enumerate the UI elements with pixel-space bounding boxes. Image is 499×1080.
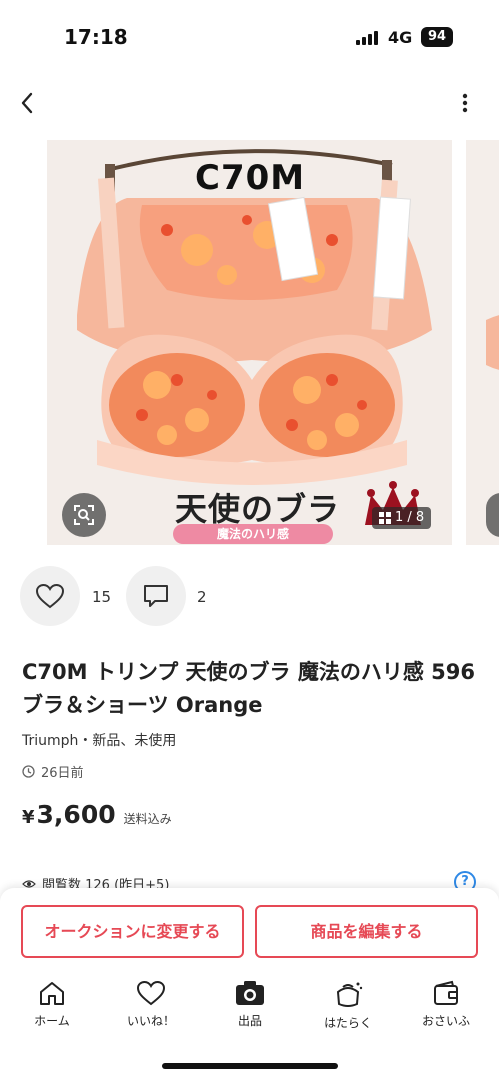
- image-counter: 1 / 8: [372, 507, 432, 529]
- edit-item-button[interactable]: 商品を編集する: [255, 905, 478, 958]
- status-time: 17:18: [64, 25, 128, 49]
- item-listed-time: 26日前: [22, 762, 84, 781]
- like-button[interactable]: [20, 566, 80, 626]
- tab-work-label: はたらく: [324, 1016, 372, 1030]
- tab-home[interactable]: ホーム: [7, 980, 97, 1036]
- home-icon: [40, 982, 64, 1005]
- next-photo-image: [486, 315, 499, 370]
- home-indicator[interactable]: [162, 1063, 338, 1069]
- tab-likes-label: いいね！: [126, 1014, 175, 1028]
- price-currency: ¥: [22, 807, 35, 828]
- listed-time-text: 26日前: [41, 766, 84, 781]
- scan-icon: [74, 505, 94, 525]
- camera-icon: [236, 981, 264, 1005]
- more-vertical-icon: [462, 93, 468, 113]
- work-bag-icon: [336, 982, 363, 1007]
- tab-sell[interactable]: 出品: [205, 980, 295, 1036]
- battery-icon: 94: [421, 27, 453, 47]
- grid-icon: [379, 512, 391, 524]
- item-title: C70M トリンプ 天使のブラ 魔法のハリ感 596 ブラ＆ショーツ Orang…: [22, 660, 475, 717]
- eye-icon: [22, 879, 36, 888]
- comment-count: 2: [197, 588, 207, 606]
- heart-icon: [35, 583, 65, 609]
- image-counter-text: 1 / 8: [395, 510, 425, 525]
- product-photo[interactable]: C70M 天使のブラ 魔法のハリ感: [47, 140, 452, 545]
- comment-button[interactable]: [126, 566, 186, 626]
- more-options-button[interactable]: [448, 86, 482, 120]
- image-carousel[interactable]: C70M 天使のブラ 魔法のハリ感 1 / 8: [0, 140, 499, 548]
- comment-icon: [144, 585, 168, 607]
- price: ¥ 3,600 送料込み: [22, 800, 172, 829]
- tab-bar: ホーム いいね！ 出品 はたらく おさいふ: [0, 980, 499, 1040]
- next-image-search-button[interactable]: [486, 493, 499, 537]
- size-label: C70M: [195, 158, 306, 198]
- like-count: 15: [92, 588, 112, 606]
- clock-icon: [22, 765, 35, 778]
- next-photo-preview[interactable]: [466, 140, 499, 545]
- back-button[interactable]: [10, 86, 44, 120]
- price-amount: 3,600: [36, 800, 116, 829]
- action-row: 15 2: [0, 566, 499, 628]
- tab-work[interactable]: はたらく: [303, 980, 393, 1036]
- network-type: 4G: [388, 28, 413, 47]
- status-bar: 17:18 4G 94: [0, 0, 499, 74]
- tab-home-label: ホーム: [34, 1014, 70, 1028]
- brand-sub-label: 魔法のハリ感: [173, 524, 333, 544]
- image-search-button[interactable]: [62, 493, 106, 537]
- tab-likes[interactable]: いいね！: [106, 980, 196, 1036]
- signal-strength-icon: [356, 31, 382, 45]
- item-brand-condition: Triumph・新品、未使用: [22, 733, 177, 749]
- tab-sell-label: 出品: [237, 1014, 262, 1028]
- wallet-icon: [434, 980, 458, 1005]
- chevron-left-icon: [21, 92, 33, 114]
- change-to-auction-button[interactable]: オークションに変更する: [21, 905, 244, 958]
- tab-wallet-label: おさいふ: [421, 1014, 470, 1028]
- bottom-action-sheet: オークションに変更する 商品を編集する ホーム いいね！ 出品 はたらく おさい…: [0, 888, 499, 1080]
- heart-icon: [136, 980, 166, 1006]
- shipping-included-label: 送料込み: [123, 812, 172, 826]
- tab-wallet[interactable]: おさいふ: [401, 980, 491, 1036]
